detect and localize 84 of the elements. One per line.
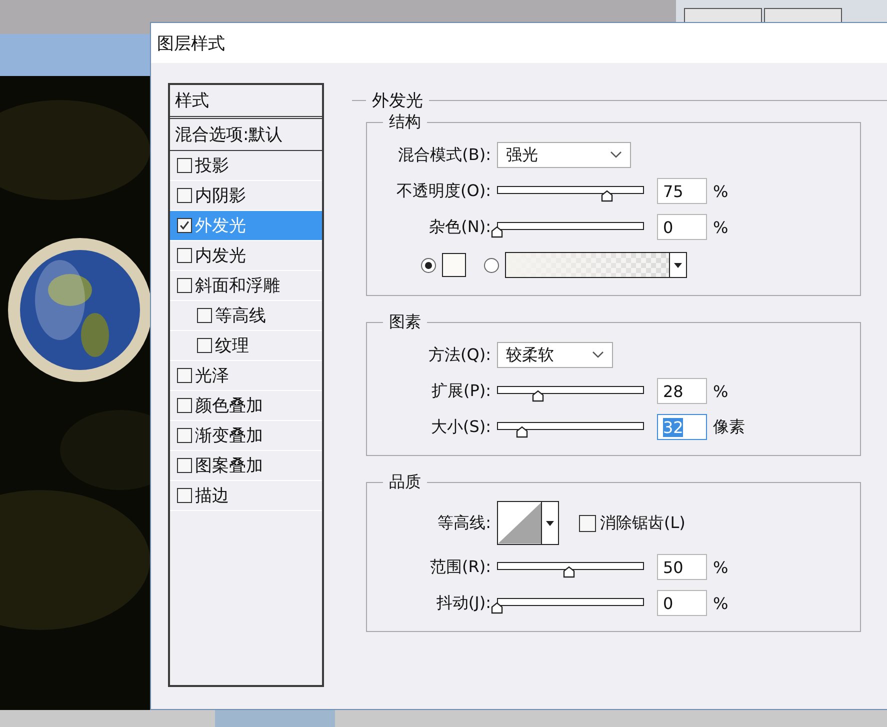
radio-button[interactable] bbox=[421, 258, 436, 272]
panel-tab[interactable] bbox=[764, 8, 842, 23]
selected-text: 32 bbox=[663, 418, 684, 436]
item-label: 颜色叠加 bbox=[195, 395, 263, 417]
value-field[interactable]: 0 bbox=[657, 590, 707, 616]
unit-label: % bbox=[713, 594, 728, 612]
field-label: 混合模式(B): bbox=[397, 144, 492, 166]
slider-label: 杂色(N): bbox=[428, 216, 492, 238]
list-item[interactable]: 投影 bbox=[170, 151, 322, 181]
list-item[interactable]: 描边 bbox=[170, 481, 322, 511]
list-item[interactable]: 颜色叠加 bbox=[170, 391, 322, 421]
item-label: 等高线 bbox=[215, 305, 266, 327]
unit-label: % bbox=[713, 182, 728, 200]
value-field[interactable]: 28 bbox=[657, 378, 707, 404]
slider-label: 抖动(J): bbox=[435, 592, 492, 614]
list-item[interactable]: 光泽 bbox=[170, 361, 322, 391]
checkbox[interactable] bbox=[579, 514, 596, 532]
checkbox[interactable] bbox=[177, 218, 192, 233]
contour-curve-icon bbox=[498, 502, 542, 544]
checkbox[interactable] bbox=[177, 398, 192, 413]
item-label: 纹理 bbox=[215, 335, 249, 357]
group-title: 外发光 bbox=[371, 90, 424, 112]
color-swatch[interactable] bbox=[442, 253, 466, 277]
field-label: 等高线: bbox=[436, 512, 492, 534]
checkbox[interactable] bbox=[197, 338, 212, 353]
item-label: 投影 bbox=[195, 155, 229, 177]
radio-button[interactable] bbox=[484, 258, 499, 272]
gradient-picker[interactable] bbox=[505, 252, 687, 278]
dropdown[interactable]: 较柔软 bbox=[497, 342, 613, 368]
slider-thumb[interactable] bbox=[563, 566, 576, 578]
contour-picker[interactable] bbox=[497, 501, 559, 545]
chevron-icon bbox=[592, 351, 604, 359]
slider-thumb[interactable] bbox=[491, 602, 503, 614]
item-label: 外发光 bbox=[195, 215, 246, 237]
checkbox[interactable] bbox=[177, 428, 192, 443]
slider-label: 大小(S): bbox=[430, 416, 492, 438]
list-item[interactable]: 混合选项:默认 bbox=[170, 119, 322, 151]
slider-thumb[interactable] bbox=[601, 190, 614, 202]
slider-thumb[interactable] bbox=[516, 426, 528, 438]
unit-label: % bbox=[713, 558, 728, 576]
caret-icon bbox=[546, 520, 554, 526]
checkbox[interactable] bbox=[177, 458, 192, 473]
group-title: 图素 bbox=[388, 312, 422, 333]
checkbox[interactable] bbox=[177, 368, 192, 383]
list-item[interactable]: 图案叠加 bbox=[170, 451, 322, 481]
unit-label: 像素 bbox=[713, 416, 745, 438]
item-label: 斜面和浮雕 bbox=[195, 275, 280, 297]
value-field[interactable]: 0 bbox=[657, 214, 707, 240]
checkbox[interactable] bbox=[177, 158, 192, 173]
slider-label: 扩展(P): bbox=[430, 380, 492, 402]
checkbox[interactable] bbox=[177, 278, 192, 293]
item-label: 图案叠加 bbox=[195, 455, 263, 477]
list-item[interactable]: 等高线 bbox=[170, 301, 322, 331]
checkbox[interactable] bbox=[177, 248, 192, 263]
field-label: 方法(Q): bbox=[428, 344, 492, 366]
list-item[interactable]: 纹理 bbox=[170, 331, 322, 361]
group-title: 品质 bbox=[388, 472, 422, 493]
value-field[interactable]: 50 bbox=[657, 554, 707, 580]
value-field[interactable]: 75 bbox=[657, 178, 707, 204]
checkbox[interactable] bbox=[177, 488, 192, 503]
item-label: 光泽 bbox=[195, 365, 229, 387]
list-item[interactable]: 斜面和浮雕 bbox=[170, 271, 322, 301]
item-label: 内发光 bbox=[195, 245, 246, 267]
slider-thumb[interactable] bbox=[532, 390, 544, 402]
checkbox[interactable] bbox=[197, 308, 212, 323]
list-item[interactable]: 内发光 bbox=[170, 241, 322, 271]
unit-label: % bbox=[713, 218, 728, 236]
window-title: 图层样式 bbox=[151, 23, 887, 63]
slider-label: 范围(R): bbox=[429, 556, 492, 578]
checkbox[interactable] bbox=[177, 188, 192, 203]
list-header: 样式 bbox=[170, 85, 322, 119]
caret-icon bbox=[674, 262, 682, 268]
checkbox-label: 消除锯齿(L) bbox=[600, 512, 686, 534]
panel-tab[interactable] bbox=[684, 8, 762, 23]
chevron-icon bbox=[610, 151, 622, 159]
unit-label: % bbox=[713, 382, 728, 400]
slider-thumb[interactable] bbox=[491, 226, 503, 238]
item-label: 描边 bbox=[195, 485, 229, 507]
slider-label: 不透明度(O): bbox=[396, 180, 492, 202]
group-title: 结构 bbox=[388, 112, 422, 133]
dropdown[interactable]: 强光 bbox=[497, 142, 631, 168]
item-label: 渐变叠加 bbox=[195, 425, 263, 447]
list-item[interactable]: 渐变叠加 bbox=[170, 421, 322, 451]
item-label: 内阴影 bbox=[195, 185, 246, 207]
